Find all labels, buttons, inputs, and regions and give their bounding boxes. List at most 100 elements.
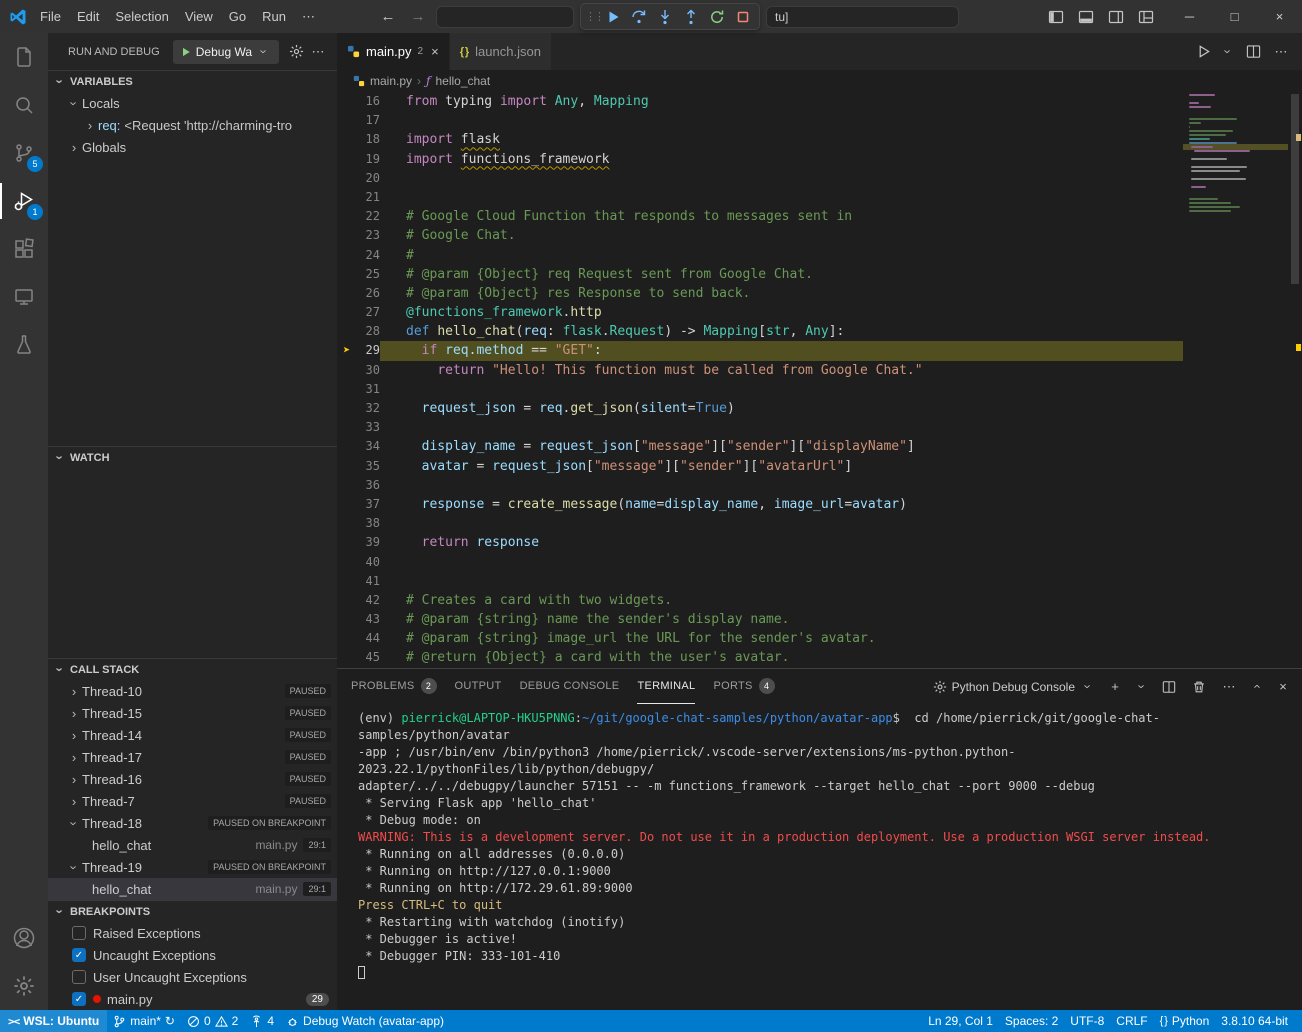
debug-stop-button[interactable] bbox=[731, 5, 755, 29]
variables-section-header[interactable]: › VARIABLES bbox=[48, 70, 337, 92]
debug-settings-gear-icon[interactable] bbox=[285, 41, 307, 63]
run-python-file-button[interactable] bbox=[1192, 41, 1214, 63]
code-line-26[interactable]: 26# @param {Object} res Response to send… bbox=[337, 284, 1183, 303]
callstack-thread-row[interactable]: ›Thread-17PAUSED bbox=[48, 746, 337, 768]
line-content[interactable] bbox=[380, 111, 1183, 130]
line-content[interactable] bbox=[380, 476, 1183, 495]
breakpoint-checkbox[interactable] bbox=[72, 970, 86, 984]
menu-item-[interactable]: ⋯ bbox=[294, 5, 323, 29]
eol-item[interactable]: CRLF bbox=[1110, 1010, 1153, 1032]
activity-run-debug-icon[interactable]: 1 bbox=[0, 177, 48, 225]
variables-row[interactable]: ›Locals bbox=[48, 92, 337, 114]
code-line-33[interactable]: 33 bbox=[337, 418, 1183, 437]
line-number[interactable]: 21 bbox=[337, 188, 380, 207]
language-mode-item[interactable]: { } Python bbox=[1154, 1010, 1216, 1032]
code-line-30[interactable]: 30 return "Hello! This function must be … bbox=[337, 361, 1183, 380]
menu-item-go[interactable]: Go bbox=[221, 5, 254, 29]
line-number[interactable]: 30 bbox=[337, 361, 380, 380]
code-line-35[interactable]: 35 avatar = request_json["message"]["sen… bbox=[337, 457, 1183, 476]
encoding-item[interactable]: UTF-8 bbox=[1064, 1010, 1110, 1032]
line-content[interactable]: # @param {Object} res Response to send b… bbox=[380, 284, 1183, 303]
line-number[interactable]: 35 bbox=[337, 457, 380, 476]
editor-more-actions-icon[interactable]: ⋯ bbox=[1270, 41, 1292, 63]
line-number[interactable]: 27 bbox=[337, 303, 380, 322]
line-content[interactable]: # Google Cloud Function that responds to… bbox=[380, 207, 1183, 226]
settings-gear-icon[interactable] bbox=[0, 962, 48, 1010]
code-line-42[interactable]: 42# Creates a card with two widgets. bbox=[337, 591, 1183, 610]
sidebar-more-actions-icon[interactable]: ⋯ bbox=[307, 41, 329, 63]
callstack-frame-row[interactable]: hello_chatmain.py29:1 bbox=[48, 878, 337, 900]
callstack-thread-row[interactable]: ›Thread-10PAUSED bbox=[48, 680, 337, 702]
activity-extensions-icon[interactable] bbox=[0, 225, 48, 273]
line-content[interactable]: response = create_message(name=display_n… bbox=[380, 495, 1183, 514]
python-interpreter-item[interactable]: 3.8.10 64-bit bbox=[1215, 1010, 1294, 1032]
menu-item-run[interactable]: Run bbox=[254, 5, 294, 29]
line-number[interactable]: 18 bbox=[337, 130, 380, 149]
line-content[interactable]: from typing import Any, Mapping bbox=[380, 92, 1183, 111]
code-line-17[interactable]: 17 bbox=[337, 111, 1183, 130]
line-content[interactable]: # @param {string} image_url the URL for … bbox=[380, 629, 1183, 648]
terminal-instance-select[interactable]: Python Debug Console › bbox=[933, 680, 1096, 694]
line-number[interactable]: 39 bbox=[337, 533, 380, 552]
debug-restart-button[interactable] bbox=[705, 5, 729, 29]
breakpoint-row[interactable]: User Uncaught Exceptions bbox=[48, 966, 337, 988]
maximize-panel-chevron-icon[interactable]: › bbox=[1250, 679, 1263, 695]
maximize-button[interactable]: □ bbox=[1212, 0, 1257, 33]
breakpoint-checkbox[interactable]: ✓ bbox=[72, 948, 86, 962]
cursor-position-item[interactable]: Ln 29, Col 1 bbox=[922, 1010, 999, 1032]
code-line-18[interactable]: 18import flask bbox=[337, 130, 1183, 149]
code-line-45[interactable]: 45# @return {Object} a card with the use… bbox=[337, 648, 1183, 667]
breadcrumb-file[interactable]: main.py bbox=[370, 74, 412, 88]
split-terminal-icon[interactable] bbox=[1158, 676, 1180, 698]
run-dropdown-chevron-icon[interactable]: › bbox=[1222, 44, 1235, 60]
panel-more-actions-icon[interactable]: ⋯ bbox=[1218, 676, 1240, 698]
split-editor-icon[interactable] bbox=[1242, 41, 1264, 63]
line-number[interactable]: 42 bbox=[337, 591, 380, 610]
line-number[interactable]: 34 bbox=[337, 437, 380, 456]
customize-layout-icon[interactable] bbox=[1133, 4, 1159, 30]
code-line-27[interactable]: 27@functions_framework.http bbox=[337, 303, 1183, 322]
editor-tab-main-py[interactable]: main.py2× bbox=[337, 33, 450, 70]
watch-section-header[interactable]: › WATCH bbox=[48, 446, 337, 468]
close-panel-icon[interactable]: × bbox=[1272, 676, 1294, 698]
activity-search-icon[interactable] bbox=[0, 81, 48, 129]
line-content[interactable]: import flask bbox=[380, 130, 1183, 149]
line-number[interactable]: 20 bbox=[337, 169, 380, 188]
line-content[interactable] bbox=[380, 188, 1183, 207]
toggle-panel-icon[interactable] bbox=[1073, 4, 1099, 30]
line-content[interactable]: import functions_framework bbox=[380, 150, 1183, 169]
minimize-button[interactable]: ─ bbox=[1167, 0, 1212, 33]
line-number[interactable]: 43 bbox=[337, 610, 380, 629]
line-content[interactable]: request_json = req.get_json(silent=True) bbox=[380, 399, 1183, 418]
close-window-button[interactable]: × bbox=[1257, 0, 1302, 33]
callstack-thread-row[interactable]: ›Thread-7PAUSED bbox=[48, 790, 337, 812]
start-debug-icon[interactable] bbox=[180, 46, 192, 58]
line-number[interactable]: 26 bbox=[337, 284, 380, 303]
code-line-28[interactable]: 28def hello_chat(req: flask.Request) -> … bbox=[337, 322, 1183, 341]
line-number[interactable]: 33 bbox=[337, 418, 380, 437]
forwarded-ports-item[interactable]: 4 bbox=[244, 1010, 280, 1032]
activity-remote-explorer-icon[interactable] bbox=[0, 273, 48, 321]
line-number[interactable]: 45 bbox=[337, 648, 380, 667]
line-content[interactable] bbox=[380, 553, 1183, 572]
callstack-thread-row[interactable]: ›Thread-14PAUSED bbox=[48, 724, 337, 746]
close-tab-icon[interactable]: × bbox=[431, 44, 439, 59]
code-line-24[interactable]: 24# bbox=[337, 246, 1183, 265]
line-content[interactable]: # bbox=[380, 246, 1183, 265]
code-line-38[interactable]: 38 bbox=[337, 514, 1183, 533]
line-number[interactable]: 38 bbox=[337, 514, 380, 533]
line-content[interactable]: # @return {Object} a card with the user'… bbox=[380, 648, 1183, 667]
line-number[interactable]: 19 bbox=[337, 150, 380, 169]
remote-indicator[interactable]: >< WSL: Ubuntu bbox=[0, 1010, 107, 1032]
kill-terminal-trash-icon[interactable] bbox=[1188, 676, 1210, 698]
line-number[interactable]: 37 bbox=[337, 495, 380, 514]
code-line-25[interactable]: 25# @param {Object} req Request sent fro… bbox=[337, 265, 1183, 284]
breakpoint-checkbox[interactable] bbox=[72, 926, 86, 940]
line-content[interactable]: return "Hello! This function must be cal… bbox=[380, 361, 1183, 380]
line-number[interactable]: 40 bbox=[337, 553, 380, 572]
breakpoint-row[interactable]: ✓Uncaught Exceptions bbox=[48, 944, 337, 966]
code-line-23[interactable]: 23# Google Chat. bbox=[337, 226, 1183, 245]
menu-item-edit[interactable]: Edit bbox=[69, 5, 107, 29]
scrollbar-thumb[interactable] bbox=[1291, 94, 1299, 284]
line-number[interactable]: 41 bbox=[337, 572, 380, 591]
